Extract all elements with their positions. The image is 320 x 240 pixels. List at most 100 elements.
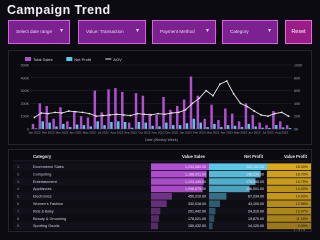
aov-point <box>205 89 208 92</box>
aov-line <box>34 80 289 118</box>
aov-point <box>218 83 221 86</box>
aov-point <box>170 112 173 114</box>
bar-net-profit <box>254 126 257 129</box>
profit-heat-cell <box>209 193 227 200</box>
x-axis-title: Date (Weekly Week) <box>145 138 178 142</box>
aov-point <box>88 112 91 115</box>
x-tick-label: Jan 2022 <box>28 131 41 135</box>
table-header: Category <box>33 154 52 159</box>
bar-total-sales <box>251 114 255 129</box>
sales-heat-cell <box>151 222 158 230</box>
row-number: 6. <box>17 202 20 206</box>
bar-net-profit <box>247 123 251 129</box>
payment-method-filter[interactable]: Payment Method ▾ <box>152 20 216 44</box>
date-range-filter[interactable]: Select date range ▾ <box>8 20 70 44</box>
bar-net-profit <box>165 122 168 129</box>
aov-point <box>95 115 98 118</box>
bar-net-profit <box>206 127 209 129</box>
bar-net-profit <box>48 122 51 129</box>
bar-net-profit <box>151 125 154 129</box>
category-table: Category Value Sales Net Profit Value Profi… <box>8 149 312 232</box>
bar-total-sales <box>45 105 48 129</box>
table-header: Value Profit <box>284 154 308 159</box>
x-tick-label: Jun 2023 <box>248 131 261 135</box>
row-category: Sporting Goods <box>33 224 59 228</box>
y2-tick-label: 0K <box>294 128 299 132</box>
sales-heat-cell <box>151 193 172 200</box>
aov-point <box>239 102 242 105</box>
profit-heat-cell <box>209 222 213 230</box>
bar-total-sales <box>237 121 241 129</box>
x-tick-label: Oct 2022 <box>138 131 151 135</box>
aov-point <box>280 111 283 114</box>
row-sales: 450,210.00 <box>188 195 206 199</box>
bar-net-profit <box>123 121 127 129</box>
bar-net-profit <box>172 125 175 129</box>
row-vprofit: 16.70% <box>296 172 309 176</box>
sales-heat-cell <box>151 215 160 222</box>
chevron-down-icon: ▾ <box>205 28 209 34</box>
filter-bar: Select date range ▾ Value: Transaction ▾… <box>8 20 312 44</box>
bar-net-profit <box>233 125 237 129</box>
bar-net-profit <box>275 125 278 129</box>
row-vprofit: 11.16% <box>296 217 309 221</box>
date-range-label: Select date range <box>16 29 53 34</box>
category-filter[interactable]: Category ▾ <box>222 20 278 44</box>
legend-label: Total Sales <box>33 57 53 62</box>
x-tick-label: Dec 2022 <box>165 131 178 135</box>
row-category: Entertainment <box>33 180 58 184</box>
chevron-down-icon: ▾ <box>135 28 139 34</box>
bar-net-profit <box>226 125 230 129</box>
row-category: Computing <box>33 172 51 176</box>
row-vprofit: 14.93% <box>296 195 309 199</box>
aov-point <box>177 111 180 114</box>
row-profit: 19,870.00 <box>248 217 264 221</box>
bar-total-sales <box>114 88 117 129</box>
row-vprofit: 12.07% <box>296 209 309 213</box>
row-sales: 332,018.00 <box>188 202 206 206</box>
aov-point <box>225 80 228 82</box>
row-sales: 1,188,021.00 <box>185 172 206 176</box>
bar-net-profit <box>158 126 161 129</box>
chevron-down-icon: ▾ <box>59 28 63 34</box>
row-number: 8. <box>17 217 20 221</box>
campaign-chart: Total Sales Net Profit AOV 0 100K 200K 300K 400… <box>8 50 312 145</box>
legend-swatch-1 <box>66 57 73 61</box>
aov-point <box>246 105 249 108</box>
bar-total-sales <box>162 97 165 129</box>
x-tick-label: Aug 2022 <box>110 131 123 135</box>
bar-net-profit <box>117 121 120 129</box>
x-tick-label: Jul 2022 <box>97 131 109 135</box>
bar-net-profit <box>220 127 223 129</box>
aov-point <box>81 111 84 114</box>
aov-point <box>273 112 276 115</box>
bar-total-sales <box>265 125 268 129</box>
value-filter[interactable]: Value: Transaction ▾ <box>78 20 146 44</box>
bar-total-sales <box>210 104 213 129</box>
bar-total-sales <box>285 125 289 129</box>
aov-point <box>150 114 153 116</box>
x-tick-label: May 2022 <box>83 131 97 135</box>
legend-label: Net Profit <box>74 57 92 62</box>
bar-total-sales <box>279 121 282 129</box>
table-svg: Category Value Sales Net Profit Value Profi… <box>13 154 311 232</box>
aov-point <box>40 112 43 114</box>
chart-svg: Total Sales Net Profit AOV0100K200K300K400… <box>21 57 303 142</box>
bar-net-profit <box>75 124 79 129</box>
aov-point <box>61 112 63 114</box>
row-sales: 1,098,675.00 <box>185 187 206 191</box>
bar-net-profit <box>144 122 148 129</box>
bar-total-sales <box>31 123 35 129</box>
table-header: Value Sales <box>182 154 206 159</box>
row-number: 3. <box>17 180 20 184</box>
row-vprofit: 14.20% <box>296 187 309 191</box>
reset-button[interactable]: Reset <box>285 20 312 44</box>
bar-net-profit <box>192 118 196 129</box>
bar-total-sales <box>155 114 158 129</box>
bar-total-sales <box>93 90 97 129</box>
row-sales: 1,123,445.00 <box>185 180 206 184</box>
aov-point <box>33 116 36 119</box>
bar-total-sales <box>72 111 76 129</box>
row-profit: 198,234.00 <box>246 172 264 176</box>
bar-total-sales <box>127 122 131 129</box>
